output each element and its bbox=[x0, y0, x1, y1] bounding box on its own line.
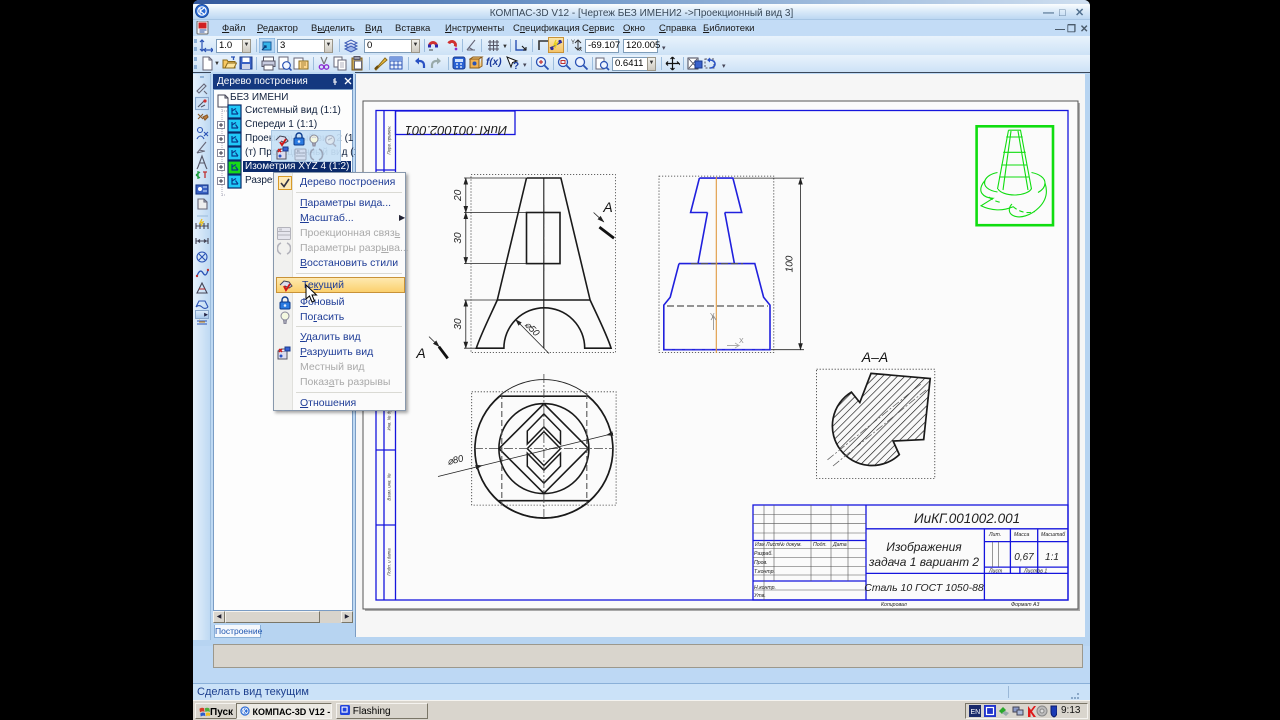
svg-text:Масса: Масса bbox=[1014, 532, 1029, 538]
svg-text:Листов 1: Листов 1 bbox=[1023, 569, 1047, 575]
svg-text:Разраб.: Разраб. bbox=[754, 551, 773, 557]
svg-text:Копировал: Копировал bbox=[881, 602, 907, 608]
svg-text:Формат А3: Формат А3 bbox=[1011, 602, 1039, 608]
svg-text:1:1: 1:1 bbox=[1045, 552, 1059, 563]
svg-text:Масштаб: Масштаб bbox=[1041, 532, 1066, 538]
svg-text:100: 100 bbox=[785, 255, 796, 272]
svg-text:0,67: 0,67 bbox=[1014, 552, 1034, 563]
svg-text:EN: EN bbox=[971, 709, 981, 716]
svg-text:Т.контр.: Т.контр. bbox=[754, 569, 775, 575]
svg-text:30: 30 bbox=[453, 318, 464, 330]
svg-text:Лит.: Лит. bbox=[988, 532, 1001, 538]
svg-text:ИиКГ.001002.001: ИиКГ.001002.001 bbox=[914, 511, 1020, 526]
svg-text:Взам. инв. №: Взам. инв. № bbox=[387, 473, 392, 500]
svg-text:Подп. и дата: Подп. и дата bbox=[387, 548, 392, 576]
svg-text:Изображения: Изображения bbox=[886, 540, 962, 554]
svg-text:Подп.: Подп. bbox=[813, 542, 827, 548]
svg-text:задача 1 вариант 2: задача 1 вариант 2 bbox=[868, 555, 979, 569]
svg-text:20: 20 bbox=[453, 189, 464, 202]
svg-text:А: А bbox=[602, 199, 612, 215]
svg-text:Дата: Дата bbox=[832, 542, 847, 548]
svg-text:А: А bbox=[415, 345, 425, 361]
svg-text:А–А: А–А bbox=[861, 349, 888, 365]
svg-text:Н.контр.: Н.контр. bbox=[754, 585, 776, 591]
svg-text:Y: Y bbox=[571, 40, 575, 46]
svg-text:Утв.: Утв. bbox=[754, 593, 766, 599]
svg-text:30: 30 bbox=[453, 232, 464, 244]
svg-text:X: X bbox=[739, 338, 744, 345]
svg-text:?: ? bbox=[513, 61, 519, 71]
svg-text:ИиКГ.001002.001: ИиКГ.001002.001 bbox=[405, 123, 507, 138]
svg-text:Лист: Лист bbox=[988, 569, 1003, 575]
svg-text:Изм Лист: Изм Лист bbox=[755, 542, 780, 548]
svg-text:№ докум.: № докум. bbox=[779, 542, 802, 548]
svg-text:Перв. примен.: Перв. примен. bbox=[387, 125, 392, 154]
svg-text:Сталь 10 ГОСТ 1050-88: Сталь 10 ГОСТ 1050-88 bbox=[864, 582, 984, 594]
svg-text:Пров.: Пров. bbox=[754, 560, 768, 566]
svg-text:Y: Y bbox=[710, 313, 715, 320]
